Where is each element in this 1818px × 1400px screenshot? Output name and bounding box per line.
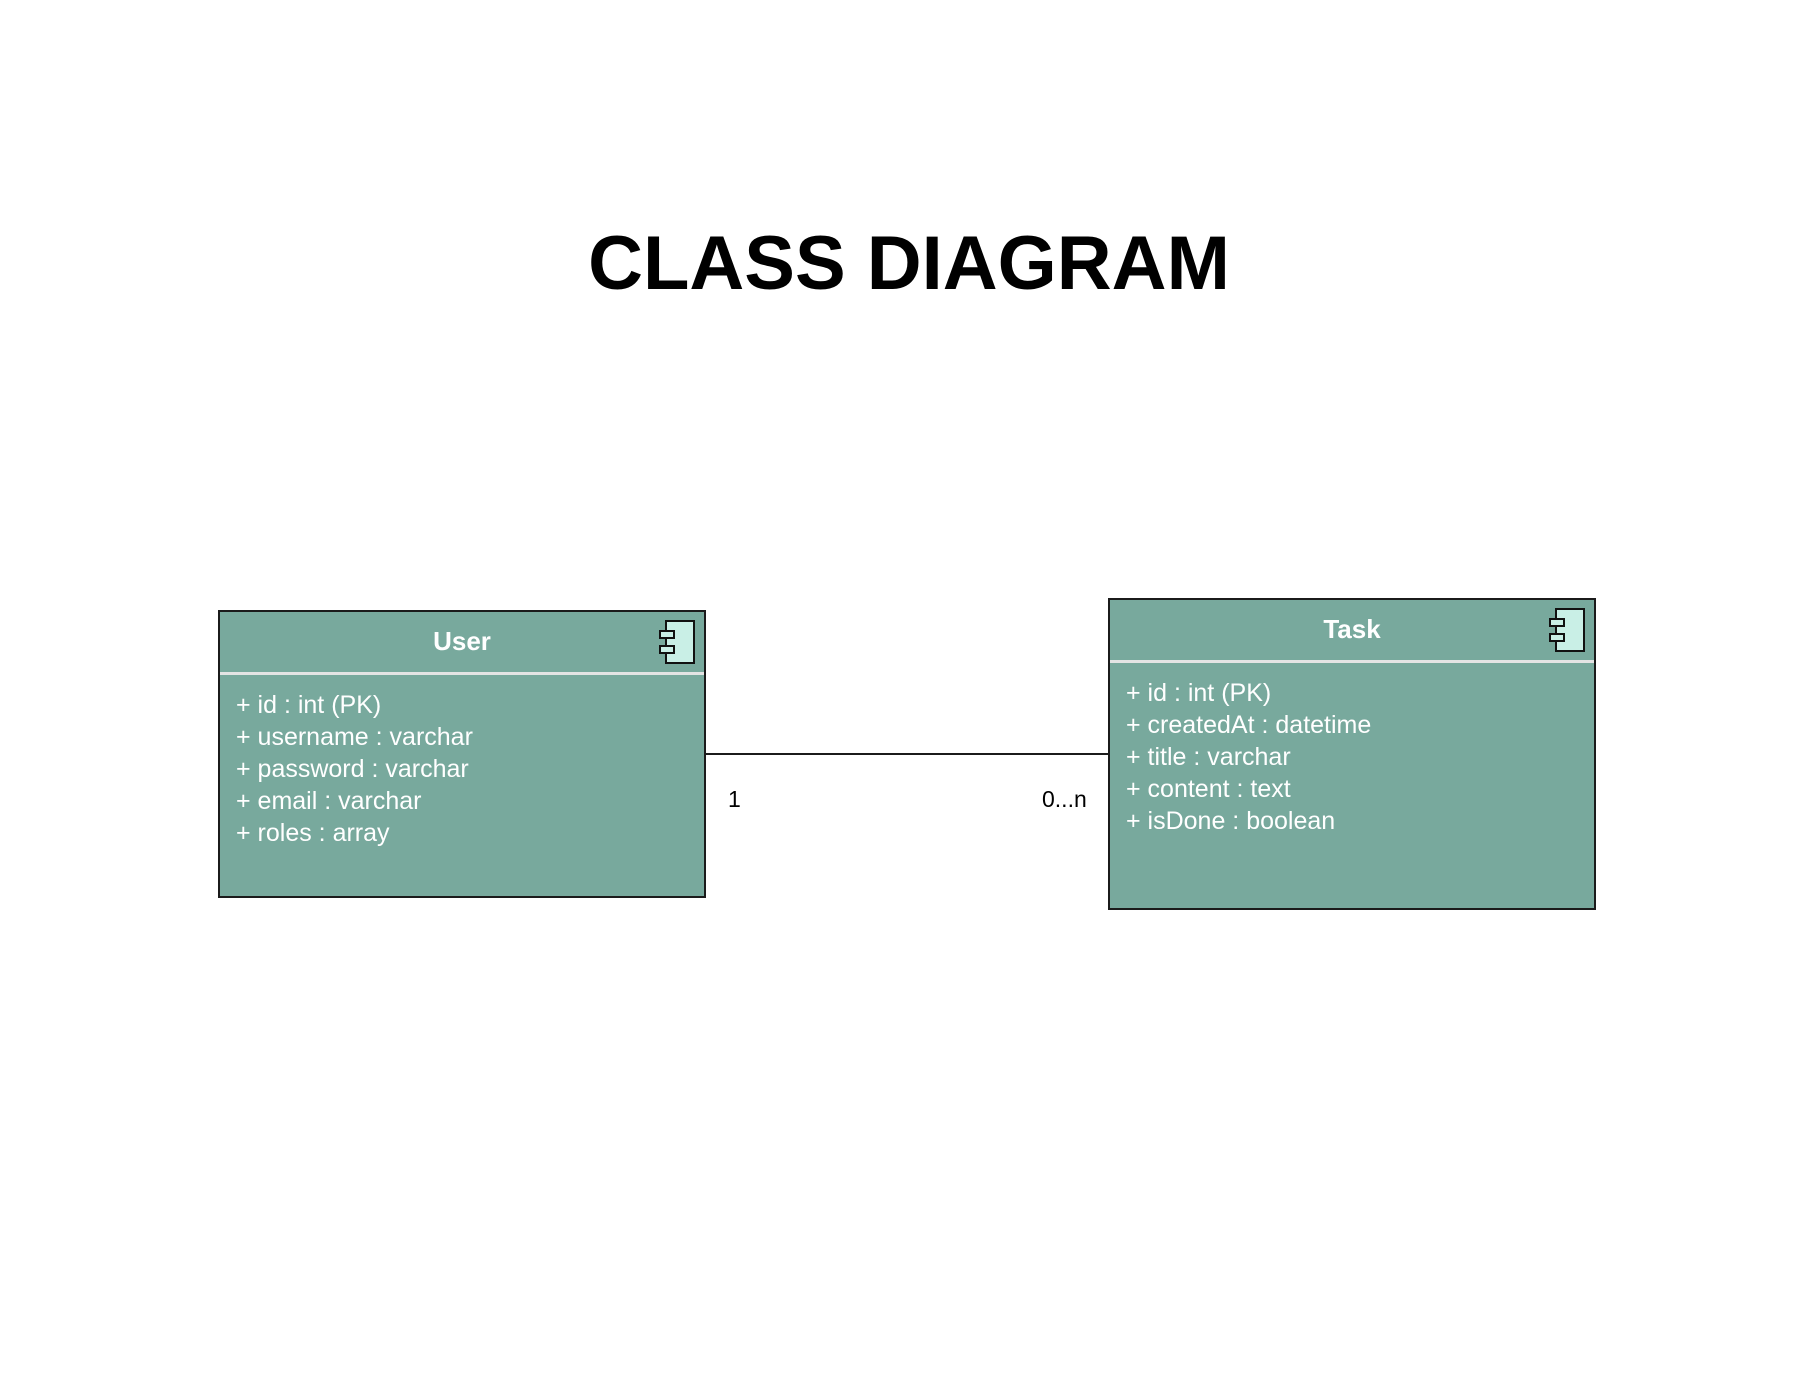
attribute-list: + id : int (PK) + createdAt : datetime +… [1110, 663, 1594, 837]
component-icon [1549, 608, 1585, 652]
class-header: Task [1110, 600, 1594, 663]
multiplicity-user: 1 [728, 786, 741, 812]
attribute-item: + id : int (PK) [1126, 679, 1272, 707]
attribute-item: + isDone : boolean [1126, 807, 1336, 835]
attribute-item: + content : text [1126, 775, 1291, 803]
attribute-item: + password : varchar [236, 755, 469, 783]
association-line[interactable] [706, 753, 1108, 755]
attribute-item: + roles : array [236, 819, 390, 847]
attribute-item: + email : varchar [236, 787, 422, 815]
multiplicity-task: 0...n [1042, 786, 1087, 812]
class-task[interactable]: Task + id : int (PK) + createdAt : datet… [1108, 598, 1596, 910]
attribute-item: + username : varchar [236, 723, 473, 751]
attribute-list: + id : int (PK) + username : varchar + p… [220, 675, 704, 849]
class-header: User [220, 612, 704, 675]
attribute-item: + title : varchar [1126, 743, 1291, 771]
class-name: Task [1323, 614, 1381, 644]
class-name: User [433, 626, 491, 656]
class-user[interactable]: User + id : int (PK) + username : varcha… [218, 610, 706, 898]
attribute-item: + createdAt : datetime [1126, 711, 1372, 739]
diagram-title: CLASS DIAGRAM [588, 221, 1230, 306]
attribute-item: + id : int (PK) [236, 691, 382, 719]
component-icon [659, 620, 695, 664]
